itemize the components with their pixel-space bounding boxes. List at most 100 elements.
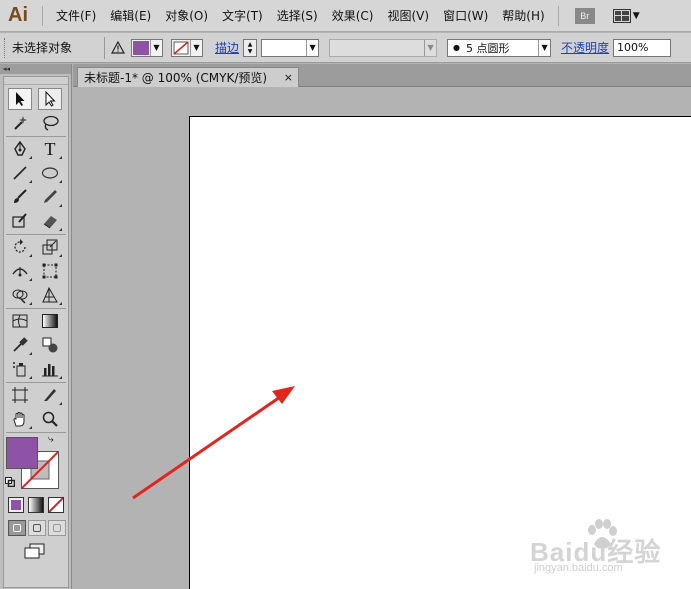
menu-object[interactable]: 对象(O) — [158, 7, 215, 24]
control-bar: 未选择对象 ▼ ▼ 描边 ▲ ▼ ▼ ▼ ● 5 点圆形 ▼ 不透明度 100% — [0, 33, 691, 63]
canvas-area[interactable] — [73, 88, 691, 589]
blob-brush-icon — [12, 213, 27, 228]
swap-fill-stroke-icon[interactable]: ⤷ — [48, 434, 54, 445]
line-segment-tool[interactable] — [8, 162, 32, 184]
scale-icon — [42, 239, 58, 255]
panel-collapse-button[interactable]: ◂◂ — [0, 64, 71, 74]
ellipse-tool[interactable] — [38, 162, 62, 184]
zoom-icon — [42, 411, 58, 427]
hand-icon — [13, 412, 25, 427]
fill-stroke-widget: ⤷ — [4, 434, 68, 492]
brush-dot-icon: ● — [453, 43, 460, 52]
blob-brush-tool[interactable] — [8, 210, 32, 232]
ellipse-icon — [41, 167, 59, 179]
eraser-tool[interactable] — [38, 210, 62, 232]
opacity-value: 100% — [617, 41, 649, 54]
eraser-icon — [43, 216, 57, 229]
perspective-grid-tool[interactable] — [38, 284, 62, 306]
none-button[interactable] — [48, 497, 64, 513]
type-tool[interactable]: T — [38, 138, 62, 160]
opacity-field[interactable]: 100% — [613, 38, 672, 57]
draw-mode-buttons — [8, 520, 66, 536]
collapse-icon: ◂◂ — [3, 65, 11, 73]
draw-behind-button[interactable] — [28, 520, 46, 536]
bridge-button[interactable]: Br — [574, 7, 595, 24]
workspace-grid-icon — [612, 8, 631, 23]
stroke-color-picker[interactable]: ▼ — [171, 38, 203, 57]
brush-definition-select[interactable]: ● 5 点圆形 ▼ — [447, 38, 552, 57]
gradient-icon — [42, 314, 58, 328]
symbol-sprayer-icon — [13, 362, 26, 377]
toolbox-divider — [6, 382, 66, 383]
eyedropper-tool[interactable] — [8, 334, 32, 356]
lasso-icon — [43, 115, 59, 131]
zoom-tool[interactable] — [38, 408, 62, 430]
stroke-weight-field[interactable]: ▼ — [261, 38, 320, 57]
stroke-weight-stepper[interactable]: ▲ ▼ — [243, 38, 258, 57]
rotate-tool[interactable] — [8, 236, 32, 258]
fill-color-picker[interactable]: ▼ — [131, 38, 163, 57]
toolbox-grip[interactable] — [4, 77, 68, 85]
hand-tool[interactable] — [8, 408, 32, 430]
menu-divider — [42, 5, 43, 26]
artboard-tool[interactable] — [8, 384, 32, 406]
stroke-label[interactable]: 描边 — [215, 39, 239, 56]
chevron-down-icon: ▼ — [632, 10, 640, 21]
lasso-tool[interactable] — [38, 112, 62, 134]
slice-tool[interactable] — [38, 384, 62, 406]
menu-effect[interactable]: 效果(C) — [325, 7, 381, 24]
default-fill-stroke-icon[interactable] — [5, 476, 16, 488]
screen-mode-icon — [24, 543, 45, 559]
shape-builder-tool[interactable] — [8, 284, 32, 306]
gradient-tool[interactable] — [38, 310, 62, 332]
scale-tool[interactable] — [38, 236, 62, 258]
pen-icon — [14, 140, 26, 156]
blend-tool[interactable] — [38, 334, 62, 356]
fill-swatch[interactable] — [6, 437, 38, 469]
toolbox-divider — [6, 432, 66, 433]
menu-select[interactable]: 选择(S) — [270, 7, 325, 24]
magic-wand-tool[interactable] — [8, 112, 32, 134]
chevron-down-icon: ▼ — [150, 39, 162, 56]
draw-inside-button[interactable] — [48, 520, 66, 536]
close-icon[interactable]: × — [284, 71, 293, 84]
warning-icon[interactable] — [109, 39, 127, 57]
draw-normal-button[interactable] — [8, 520, 26, 536]
pen-tool[interactable] — [8, 138, 32, 160]
toolbox-divider — [6, 136, 66, 137]
selection-arrow-icon — [16, 92, 25, 106]
screen-mode-button[interactable] — [24, 543, 46, 562]
direct-selection-tool[interactable] — [38, 88, 62, 110]
shape-builder-icon — [12, 289, 28, 304]
column-graph-tool[interactable] — [38, 358, 62, 380]
slice-icon — [44, 389, 56, 401]
document-tab-title: 未标题-1* @ 100% (CMYK/预览) — [84, 71, 268, 85]
variable-width-profile-select[interactable]: ▼ — [329, 38, 438, 57]
opacity-label[interactable]: 不透明度 — [561, 39, 609, 56]
menu-window[interactable]: 窗口(W) — [436, 7, 495, 24]
paintbrush-tool[interactable] — [8, 186, 32, 208]
selection-tool[interactable] — [8, 88, 32, 110]
workspace-switcher-button[interactable]: ▼ — [612, 8, 640, 23]
menu-file[interactable]: 文件(F) — [49, 7, 103, 24]
menu-edit[interactable]: 编辑(E) — [103, 7, 158, 24]
document-tab[interactable]: 未标题-1* @ 100% (CMYK/预览) × — [77, 67, 299, 87]
line-segment-icon — [13, 166, 27, 180]
gradient-button[interactable] — [28, 497, 44, 513]
free-transform-tool[interactable] — [38, 260, 62, 282]
symbol-sprayer-tool[interactable] — [8, 358, 32, 380]
menu-type[interactable]: 文字(T) — [215, 7, 270, 24]
control-bar-grip[interactable] — [4, 37, 8, 58]
color-mode-buttons — [8, 497, 64, 513]
pencil-tool[interactable] — [38, 186, 62, 208]
mesh-tool[interactable] — [8, 310, 32, 332]
width-tool[interactable] — [8, 260, 32, 282]
toolbox-divider — [6, 308, 66, 309]
color-button[interactable] — [8, 497, 24, 513]
tools-panel-dock: ◂◂ T ⤷ — [0, 64, 72, 589]
menu-view[interactable]: 视图(V) — [380, 7, 436, 24]
divider — [104, 36, 105, 59]
menu-help[interactable]: 帮助(H) — [495, 7, 551, 24]
baidu-watermark: Baidu经验 jingyan.baidu.com — [528, 518, 688, 578]
fill-swatch — [133, 40, 149, 55]
